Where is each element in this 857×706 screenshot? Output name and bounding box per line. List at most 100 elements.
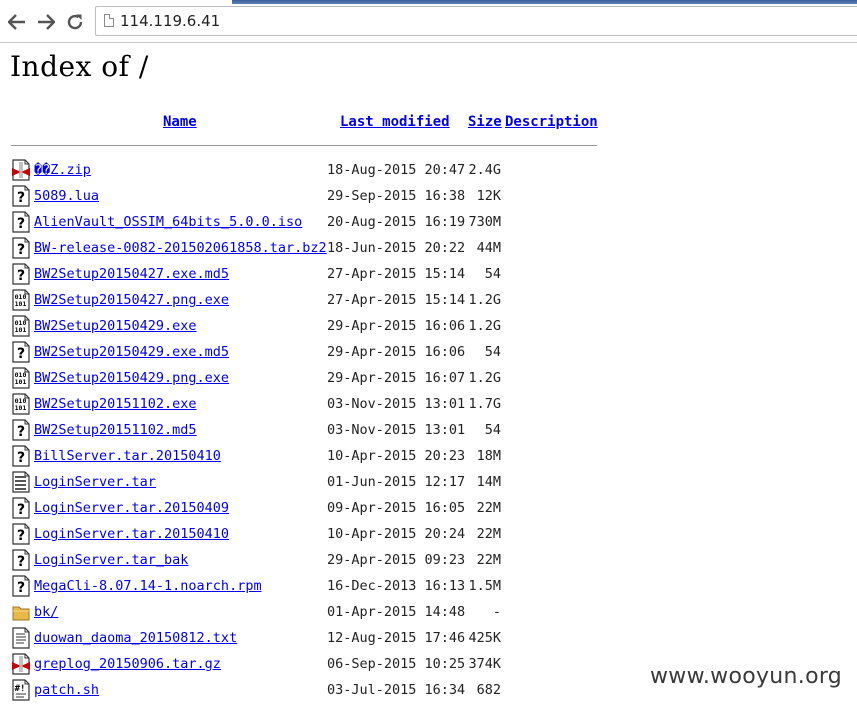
binary-file-icon[interactable]: 010 101	[12, 289, 30, 311]
file-link[interactable]: AlienVault_OSSIM_64bits_5.0.0.iso	[34, 214, 302, 230]
file-row: ? BW2Setup20150429.exe.md5 29-Apr-2015 16:…	[0, 339, 857, 365]
unknown-file-icon[interactable]: ?	[12, 237, 30, 259]
file-last-modified: 03-Nov-2015 13:01	[327, 422, 466, 438]
svg-text:?: ?	[17, 424, 25, 440]
svg-text:?: ?	[17, 554, 25, 570]
file-link[interactable]: BW2Setup20151102.md5	[34, 422, 197, 438]
file-last-modified: 27-Apr-2015 15:14	[327, 292, 466, 308]
compressed-file-icon[interactable]	[12, 653, 30, 675]
file-link[interactable]: ��Z.zip	[34, 162, 91, 178]
text-file-icon[interactable]	[12, 627, 30, 649]
file-size: 22M	[476, 526, 501, 542]
tar-archive-icon[interactable]	[12, 471, 30, 493]
header-divider	[11, 145, 597, 146]
column-header-last-modified[interactable]: Last modified	[340, 114, 450, 130]
file-last-modified: 20-Aug-2015 16:19	[327, 214, 466, 230]
page-icon	[104, 14, 114, 27]
svg-text:101: 101	[15, 300, 27, 308]
file-row: ? AlienVault_OSSIM_64bits_5.0.0.iso 20-Aug…	[0, 209, 857, 235]
file-size: 682	[476, 682, 501, 698]
file-row: bk/01-Apr-2015 14:48 -	[0, 599, 857, 625]
file-row: 010 101 BW2Setup20151102.exe 03-Nov-2015 13…	[0, 391, 857, 417]
window-titlebar	[232, 0, 857, 4]
folder-icon[interactable]	[12, 601, 30, 623]
unknown-file-icon[interactable]: ?	[12, 445, 30, 467]
file-link[interactable]: LoginServer.tar.20150409	[34, 500, 229, 516]
watermark: www.wooyun.org	[650, 664, 843, 689]
column-header-name[interactable]: Name	[163, 114, 197, 130]
file-link[interactable]: BW2Setup20150427.exe.md5	[34, 266, 229, 282]
file-size: 1.7G	[468, 396, 501, 412]
file-last-modified: 01-Apr-2015 14:48	[327, 604, 466, 620]
file-link[interactable]: BW2Setup20150429.png.exe	[34, 370, 229, 386]
file-link[interactable]: BW2Setup20150429.exe.md5	[34, 344, 229, 360]
file-last-modified: 12-Aug-2015 17:46	[327, 630, 466, 646]
file-row: ? MegaCli-8.07.14-1.noarch.rpm 16-Dec-2013…	[0, 573, 857, 599]
unknown-file-icon[interactable]: ?	[12, 185, 30, 207]
svg-text:?: ?	[17, 190, 25, 206]
file-size: 44M	[476, 240, 501, 256]
url-text[interactable]: 114.119.6.41	[120, 12, 220, 30]
file-link[interactable]: BW2Setup20150429.exe	[34, 318, 197, 334]
file-last-modified: 29-Sep-2015 16:38	[327, 188, 466, 204]
file-link[interactable]: BillServer.tar.20150410	[34, 448, 221, 464]
forward-arrow-icon[interactable]	[35, 11, 57, 33]
file-size: 374K	[468, 656, 501, 672]
unknown-file-icon[interactable]: ?	[12, 341, 30, 363]
file-last-modified: 10-Apr-2015 20:23	[327, 448, 466, 464]
file-link[interactable]: duowan_daoma_20150812.txt	[34, 630, 237, 646]
svg-text:?: ?	[17, 216, 25, 232]
file-link[interactable]: bk/	[34, 604, 58, 620]
binary-file-icon[interactable]: 010 101	[12, 367, 30, 389]
file-link[interactable]: BW-release-0082-201502061858.tar.bz2	[34, 240, 327, 256]
file-link[interactable]: LoginServer.tar_bak	[34, 552, 188, 568]
file-row: 010 101 BW2Setup20150427.png.exe 27-Apr-201…	[0, 287, 857, 313]
svg-text:101: 101	[15, 378, 27, 386]
file-row: ? LoginServer.tar.20150410 10-Apr-2015 20:…	[0, 521, 857, 547]
compressed-file-icon[interactable]	[12, 159, 30, 181]
unknown-file-icon[interactable]: ?	[12, 575, 30, 597]
unknown-file-icon[interactable]: ?	[12, 549, 30, 571]
file-row: ? BW-release-0082-201502061858.tar.bz2 18-…	[0, 235, 857, 261]
file-row: ? LoginServer.tar_bak 29-Apr-2015 09:23 22M	[0, 547, 857, 573]
svg-text:?: ?	[17, 346, 25, 362]
file-size: 54	[484, 422, 501, 438]
svg-text:?: ?	[17, 242, 25, 258]
file-last-modified: 01-Jun-2015 12:17	[327, 474, 466, 490]
svg-text:#!: #!	[15, 684, 26, 694]
file-size: 12K	[476, 188, 501, 204]
file-link[interactable]: LoginServer.tar	[34, 474, 156, 490]
file-size: 54	[484, 344, 501, 360]
file-link[interactable]: 5089.lua	[34, 188, 99, 204]
binary-file-icon[interactable]: 010 101	[12, 315, 30, 337]
file-size: -	[492, 604, 501, 620]
file-size: 425K	[468, 630, 501, 646]
address-bar[interactable]: 114.119.6.41	[95, 6, 857, 36]
unknown-file-icon[interactable]: ?	[12, 419, 30, 441]
file-last-modified: 16-Dec-2013 16:13	[327, 578, 466, 594]
column-header-size[interactable]: Size	[468, 114, 502, 130]
unknown-file-icon[interactable]: ?	[12, 523, 30, 545]
reload-icon[interactable]	[64, 11, 86, 33]
back-arrow-icon[interactable]	[6, 11, 28, 33]
file-last-modified: 03-Jul-2015 16:34	[327, 682, 466, 698]
file-last-modified: 27-Apr-2015 15:14	[327, 266, 466, 282]
file-link[interactable]: LoginServer.tar.20150410	[34, 526, 229, 542]
unknown-file-icon[interactable]: ?	[12, 497, 30, 519]
unknown-file-icon[interactable]: ?	[12, 211, 30, 233]
file-link[interactable]: BW2Setup20151102.exe	[34, 396, 197, 412]
file-row: ? LoginServer.tar.20150409 09-Apr-2015 16:…	[0, 495, 857, 521]
binary-file-icon[interactable]: 010 101	[12, 393, 30, 415]
script-file-icon[interactable]: #!	[12, 679, 30, 701]
unknown-file-icon[interactable]: ?	[12, 263, 30, 285]
file-size: 1.5M	[468, 578, 501, 594]
svg-text:?: ?	[17, 528, 25, 544]
file-size: 18M	[476, 448, 501, 464]
file-row: duowan_daoma_20150812.txt 12-Aug-2015 17:…	[0, 625, 857, 651]
file-link[interactable]: BW2Setup20150427.png.exe	[34, 292, 229, 308]
file-link[interactable]: greplog_20150906.tar.gz	[34, 656, 221, 672]
file-link[interactable]: patch.sh	[34, 682, 99, 698]
file-last-modified: 29-Apr-2015 09:23	[327, 552, 466, 568]
file-link[interactable]: MegaCli-8.07.14-1.noarch.rpm	[34, 578, 262, 594]
column-header-description[interactable]: Description	[505, 114, 598, 130]
